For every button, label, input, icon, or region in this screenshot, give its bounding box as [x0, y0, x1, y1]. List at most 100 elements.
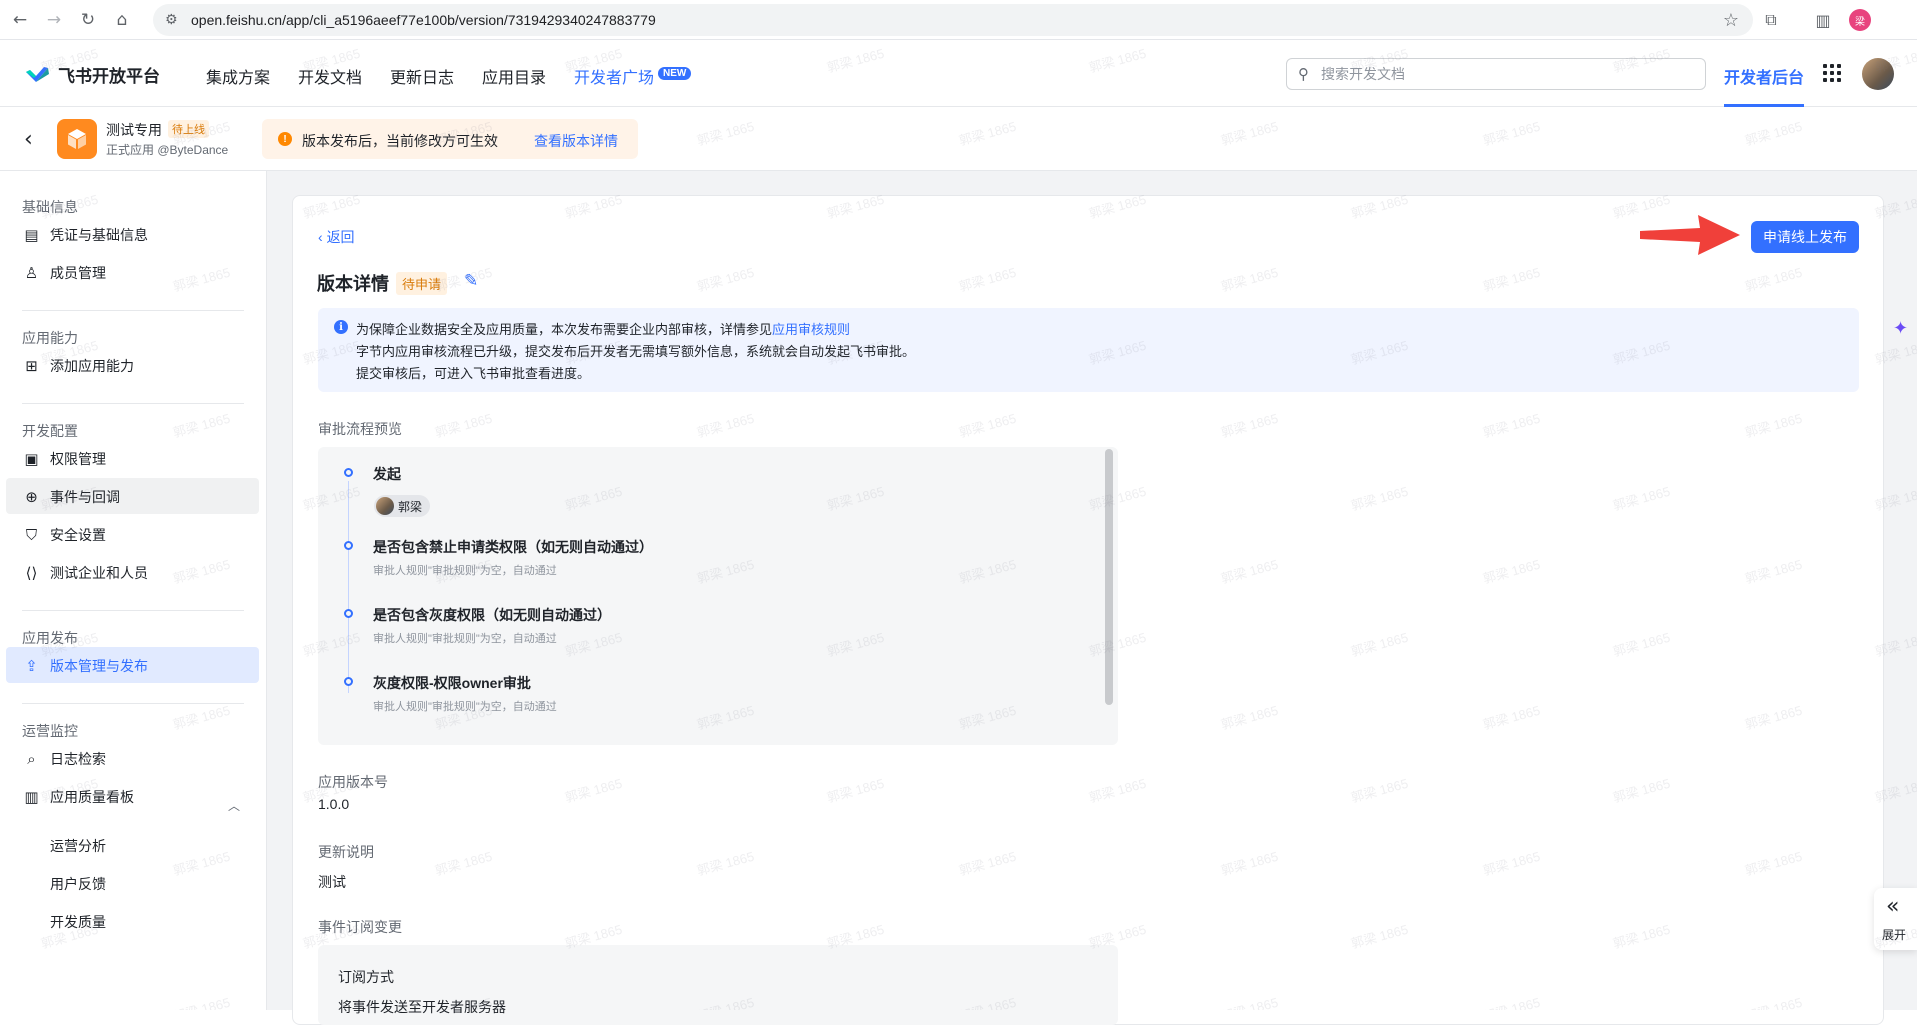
flow-step-desc: 审批人规则"审批规则"为空，自动通过: [373, 633, 557, 645]
sidebar-item-label: 事件与回调: [50, 489, 120, 505]
sidebar-item-quality-dashboard[interactable]: ▥ 应用质量看板: [6, 778, 259, 814]
shield-icon: ⛉: [25, 525, 38, 544]
nav-integration[interactable]: 集成方案: [206, 64, 270, 88]
sidebar-item-add-capability[interactable]: ⊞ 添加应用能力: [6, 347, 259, 383]
edit-pencil-icon[interactable]: ✎: [464, 271, 478, 291]
sidebar-item-label: 凭证与基础信息: [50, 227, 148, 243]
sidebar-item-label: 测试企业和人员: [50, 565, 148, 581]
sidebar-item-label: 添加应用能力: [50, 358, 134, 374]
sidebar-item-label: 权限管理: [50, 451, 106, 467]
app-status-badge: 待上线: [168, 120, 209, 138]
info-icon: i: [334, 320, 348, 334]
app-name: 测试专用: [106, 122, 162, 138]
sidebar-group-release: 应用发布: [22, 630, 78, 646]
doc-search[interactable]: ⚲: [1286, 58, 1706, 90]
apps-add-icon: ⊞: [25, 356, 38, 375]
approval-flow-preview[interactable]: 发起 郭梁 是否包含禁止申请类权限（如无则自动通过） 审批人规则"审批规则"为空…: [318, 447, 1118, 745]
sidebar-item-label: 日志检索: [50, 751, 106, 767]
feishu-logo-icon: [26, 66, 49, 82]
back-icon[interactable]: ←: [8, 8, 32, 32]
flow-step-title: 是否包含灰度权限（如无则自动通过）: [373, 607, 611, 623]
sidebar-subitem-ops-analysis[interactable]: 运营分析: [50, 836, 106, 856]
sidebar-divider: [22, 703, 244, 704]
extensions-icon[interactable]: ⧉: [1760, 9, 1782, 31]
search-input[interactable]: [1321, 64, 1691, 84]
app-icon: [57, 119, 97, 159]
version-number-value: 1.0.0: [318, 796, 350, 812]
site-settings-icon[interactable]: ⚙: [165, 12, 178, 28]
nav-changelog[interactable]: 更新日志: [390, 64, 454, 88]
review-info-banner: i 为保障企业数据安全及应用质量，本次发布需要企业内部审核，详情参见应用审核规则…: [318, 308, 1859, 392]
apply-online-release-button[interactable]: 申请线上发布: [1751, 221, 1859, 253]
chevron-up-icon[interactable]: ︿: [228, 797, 240, 814]
event-plus-icon: ⊕: [25, 487, 38, 506]
url-text[interactable]: open.feishu.cn/app/cli_a5196aeef77e100b/…: [191, 12, 656, 28]
ai-sparkle-icon[interactable]: ✦: [1893, 318, 1908, 339]
sidebar-group-monitoring: 运营监控: [22, 723, 78, 739]
nav-dev-console[interactable]: 开发者后台: [1724, 64, 1804, 88]
back-chevron-icon[interactable]: ‹: [24, 127, 33, 152]
info-line-1-text: 为保障企业数据安全及应用质量，本次发布需要企业内部审核，详情参见: [356, 322, 773, 337]
view-version-link[interactable]: 查看版本详情: [534, 131, 618, 151]
bookmark-star-icon[interactable]: ☆: [1723, 10, 1739, 31]
sidebar: 基础信息 ▤ 凭证与基础信息 ♙ 成员管理 应用能力 ⊞ 添加应用能力 开发配置…: [0, 171, 267, 1010]
top-navigation: 飞书开放平台 集成方案 开发文档 更新日志 应用目录 开发者广场 NEW ⚲ 开…: [0, 40, 1917, 107]
app-grid-icon[interactable]: [1823, 64, 1841, 82]
sidebar-item-events[interactable]: ⊕ 事件与回调: [6, 478, 259, 514]
reload-icon[interactable]: ↻: [76, 8, 100, 32]
bar-chart-icon: ▥: [24, 787, 39, 806]
home-icon[interactable]: ⌂: [110, 8, 134, 32]
app-header: ‹ 测试专用 待上线 正式应用 @ByteDance ! 版本发布后，当前修改方…: [0, 107, 1917, 171]
nav-app-directory[interactable]: 应用目录: [482, 64, 546, 88]
sidebar-item-log-search[interactable]: ⌕ 日志检索: [6, 740, 259, 776]
user-avatar: [376, 497, 394, 515]
sidebar-item-permissions[interactable]: ▣ 权限管理: [6, 440, 259, 476]
sidebar-item-test-tenants[interactable]: ⟨⟩ 测试企业和人员: [6, 554, 259, 590]
release-notes-label: 更新说明: [318, 844, 374, 860]
flow-step-title: 灰度权限-权限owner审批: [373, 675, 531, 691]
subscription-method-label: 订阅方式: [338, 969, 394, 985]
upload-icon: ⇪: [25, 656, 38, 675]
flow-step-dot: [344, 677, 353, 686]
profile-avatar[interactable]: 梁: [1849, 9, 1871, 31]
address-bar[interactable]: ⚙ open.feishu.cn/app/cli_a5196aeef77e100…: [153, 4, 1753, 36]
version-number-label: 应用版本号: [318, 774, 388, 790]
browser-toolbar: ← → ↻ ⌂ ⚙ open.feishu.cn/app/cli_a5196ae…: [0, 0, 1917, 40]
status-badge: 待申请: [396, 272, 448, 295]
expand-panel-button[interactable]: « 展开: [1874, 888, 1917, 950]
app-subtitle: 正式应用 @ByteDance: [106, 143, 229, 157]
review-rules-link[interactable]: 应用审核规则: [772, 322, 850, 337]
sidebar-item-label: 安全设置: [50, 527, 106, 543]
info-line-3: 提交审核后，可进入飞书审批查看进度。: [356, 366, 591, 381]
sidebar-item-credentials[interactable]: ▤ 凭证与基础信息: [6, 216, 259, 252]
back-link[interactable]: ‹ 返回: [318, 227, 355, 247]
sidebar-group-basic: 基础信息: [22, 199, 78, 215]
sidebar-divider: [22, 610, 244, 611]
box-icon: [68, 129, 86, 149]
permission-lock-icon: ▣: [24, 449, 39, 468]
sidebar-item-version-release[interactable]: ⇪ 版本管理与发布: [6, 647, 259, 683]
sidebar-subitem-feedback[interactable]: 用户反馈: [50, 874, 106, 894]
user-icon: ♙: [24, 263, 39, 282]
nav-docs[interactable]: 开发文档: [298, 64, 362, 88]
flow-connector: [348, 481, 349, 693]
nav-developer-square[interactable]: 开发者广场: [574, 64, 654, 88]
flow-step-dot: [344, 541, 353, 550]
sidebar-subitem-dev-quality[interactable]: 开发质量: [50, 912, 106, 932]
sidebar-divider: [22, 310, 244, 311]
warning-icon: !: [278, 132, 292, 146]
new-badge: NEW: [658, 67, 692, 80]
sidepanel-icon[interactable]: ▥: [1812, 9, 1834, 31]
sidebar-item-security[interactable]: ⛉ 安全设置: [6, 516, 259, 552]
flow-step-desc: 审批人规则"审批规则"为空，自动通过: [373, 565, 557, 577]
user-avatar[interactable]: [1862, 58, 1894, 90]
subscription-box: 订阅方式 将事件发送至开发者服务器: [318, 945, 1118, 1025]
user-name: 郭梁: [398, 499, 423, 514]
sidebar-group-dev-config: 开发配置: [22, 423, 78, 439]
red-arrow-annotation-icon: [1640, 215, 1740, 255]
flow-step-dot: [344, 609, 353, 618]
sidebar-item-members[interactable]: ♙ 成员管理: [6, 254, 259, 290]
feishu-open-platform-logo[interactable]: 飞书开放平台: [24, 62, 160, 87]
forward-icon[interactable]: →: [42, 8, 66, 32]
flow-scrollbar[interactable]: [1105, 449, 1113, 705]
